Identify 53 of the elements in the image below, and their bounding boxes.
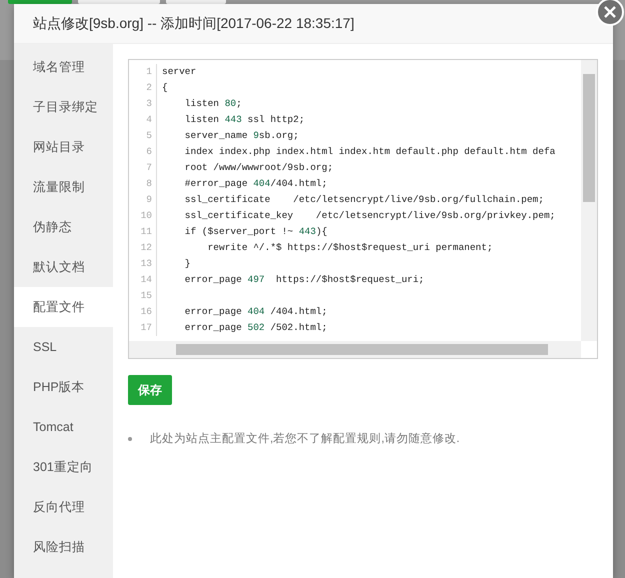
sidebar-item[interactable]: PHP版本 — [14, 367, 113, 407]
sidebar-item[interactable]: 域名管理 — [14, 47, 113, 87]
sidebar-item[interactable]: 风险扫描 — [14, 527, 113, 567]
line-number: 13 — [129, 256, 157, 272]
code-line: { — [161, 80, 168, 95]
code-line: index index.php index.html index.htm default.php default.htm defa — [184, 144, 556, 159]
line-number: 15 — [129, 288, 157, 304]
code-line: error_page 404 /404.html; — [184, 304, 328, 319]
horizontal-scrollbar[interactable] — [129, 341, 581, 358]
line-number: 16 — [129, 304, 157, 320]
bullet-icon — [128, 437, 132, 441]
line-number: 8 — [129, 176, 157, 192]
code-line: root /www/wwwroot/9sb.org; — [184, 160, 334, 175]
sidebar-item[interactable]: 流量限制 — [14, 167, 113, 207]
code-editor[interactable] — [128, 59, 598, 359]
line-number: 10 — [129, 208, 157, 224]
line-number: 7 — [129, 160, 157, 176]
line-number: 14 — [129, 272, 157, 288]
code-line: } — [184, 256, 191, 271]
sidebar-item[interactable]: 网站目录 — [14, 127, 113, 167]
sidebar-item[interactable]: 伪静态 — [14, 207, 113, 247]
code-line: #error_page 404/404.html; — [184, 176, 328, 191]
note-text: 此处为站点主配置文件,若您不了解配置规则,请勿随意修改. — [150, 431, 460, 447]
line-number: 6 — [129, 144, 157, 160]
line-number: 3 — [129, 96, 157, 112]
code-line: error_page 497 https://$host$request_uri; — [184, 272, 424, 287]
sidebar-item[interactable]: SSL — [14, 327, 113, 367]
code-line: ssl_certificate /etc/letsencrypt/live/9sb.org/fullchain.pem; — [184, 192, 544, 207]
line-number: 11 — [129, 224, 157, 240]
code-line: server_name 9sb.org; — [184, 128, 299, 143]
close-icon — [604, 6, 616, 18]
line-number: 5 — [129, 128, 157, 144]
sidebar-item[interactable]: 默认文档 — [14, 247, 113, 287]
line-number: 2 — [129, 80, 157, 96]
code-line: rewrite ^/.*$ https://$host$request_uri permanent; — [206, 240, 493, 255]
code-line: listen 443 ssl http2; — [184, 112, 305, 127]
line-number: 4 — [129, 112, 157, 128]
sidebar-item[interactable]: 子目录绑定 — [14, 87, 113, 127]
line-number: 17 — [129, 320, 157, 336]
code-line: error_page 502 /502.html; — [184, 320, 328, 335]
code-line: server — [161, 64, 196, 79]
vertical-scrollbar[interactable] — [581, 60, 597, 341]
sidebar-item[interactable]: 配置文件 — [14, 287, 113, 327]
sidebar-item[interactable]: 301重定向 — [14, 447, 113, 487]
code-line: if ($server_port !~ 443){ — [184, 224, 328, 239]
sidebar-item[interactable]: 反向代理 — [14, 487, 113, 527]
code-line: ssl_certificate_key /etc/letsencrypt/live/9sb.org/privkey.pem; — [184, 208, 556, 223]
line-number: 9 — [129, 192, 157, 208]
line-number: 1 — [129, 64, 157, 80]
dialog-title: 站点修改[9sb.org] -- 添加时间[2017-06-22 18:35:17] — [33, 14, 354, 33]
sidebar-item[interactable]: Tomcat — [14, 407, 113, 447]
code-line: listen 80; — [184, 96, 242, 111]
line-number: 12 — [129, 240, 157, 256]
